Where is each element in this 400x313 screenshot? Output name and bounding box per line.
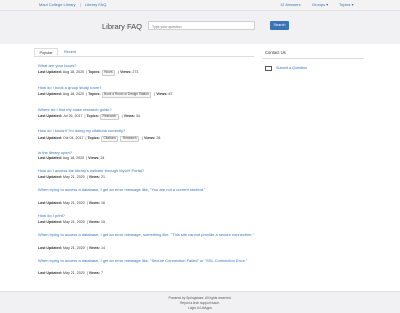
last-updated-label: Last Updated: bbox=[38, 271, 62, 275]
view-count: 24 bbox=[100, 156, 105, 160]
last-updated-label: Last Updated: bbox=[38, 220, 62, 224]
question-link[interactable]: How do I book a group study room? bbox=[38, 85, 270, 90]
views-label: Views: bbox=[88, 156, 100, 160]
updated-date: May 21, 2020 bbox=[62, 201, 85, 205]
last-updated-label: Last Updated: bbox=[38, 156, 62, 160]
topic-tag[interactable]: Book a Room or Design Station bbox=[101, 92, 152, 98]
topics-label: Topics: bbox=[88, 70, 101, 74]
views-label: Views: bbox=[88, 271, 101, 275]
question-meta: Last Updated: Aug 18, 2020 | Topics: Hou… bbox=[38, 70, 139, 76]
question-link[interactable]: Where do I find my class research guide? bbox=[38, 107, 270, 112]
view-count: 15 bbox=[101, 220, 106, 224]
views-label: Views: bbox=[120, 70, 132, 74]
topics-label: Topics: bbox=[88, 92, 101, 96]
answers-count-link[interactable]: 12 Answers bbox=[280, 2, 301, 7]
question-meta: Last Updated: May 21, 2020 | Views: 15 bbox=[38, 220, 106, 224]
views-label: Views: bbox=[88, 246, 101, 250]
last-updated-label: Last Updated: bbox=[38, 246, 62, 250]
groups-dropdown[interactable]: Groups ▾ bbox=[312, 2, 328, 7]
question-meta: Last Updated: Aug 18, 2020 | Views: 24 bbox=[38, 156, 105, 160]
updated-date: Aug 18, 2020 bbox=[62, 156, 85, 160]
updated-date: May 21, 2020 bbox=[62, 246, 85, 250]
last-updated-label: Last Updated: bbox=[38, 92, 62, 96]
report-issue-link[interactable]: Report a tech support issue. bbox=[0, 301, 400, 305]
view-count: 7 bbox=[101, 271, 104, 275]
search-input[interactable] bbox=[148, 21, 255, 30]
topic-tag[interactable]: Research bbox=[100, 114, 119, 120]
updated-date: Jul 26, 2017 bbox=[62, 114, 83, 118]
topic-tag[interactable]: Hours bbox=[101, 70, 116, 76]
updated-date: Aug 18, 2020 bbox=[62, 70, 85, 74]
view-count: 273 bbox=[132, 70, 139, 74]
views-label: Views: bbox=[88, 175, 101, 179]
tab-recent[interactable]: Recent bbox=[60, 48, 80, 56]
powered-by-text: Powered by Springshare. All rights reser… bbox=[168, 296, 232, 300]
breadcrumb-separator: | bbox=[80, 2, 82, 7]
topic-tag[interactable]: Research bbox=[120, 136, 140, 142]
topics-dropdown[interactable]: Topics ▾ bbox=[339, 2, 353, 7]
topics-label: Topics: bbox=[86, 114, 100, 118]
question-meta: Last Updated: Aug 18, 2020 | Topics: Boo… bbox=[38, 92, 173, 98]
topic-tag[interactable]: Citations bbox=[101, 136, 119, 142]
question-link[interactable]: When trying to access a database, I get … bbox=[38, 232, 270, 237]
question-link[interactable]: What are your hours? bbox=[38, 63, 270, 68]
submit-question-icon[interactable] bbox=[265, 66, 272, 71]
submit-question-link[interactable]: Submit a Question bbox=[276, 66, 307, 70]
breadcrumb-library-link[interactable]: Maui College Library bbox=[39, 2, 76, 7]
question-meta: Last Updated: May 21, 2020 | Views: 16 bbox=[38, 201, 106, 205]
contact-us-heading: Contact Us bbox=[265, 50, 286, 55]
last-updated-label: Last Updated: bbox=[38, 70, 62, 74]
last-updated-label: Last Updated: bbox=[38, 175, 62, 179]
question-link[interactable]: How do I know if I'm doing my citations … bbox=[38, 128, 270, 133]
breadcrumb-faq-link[interactable]: Library FAQ bbox=[85, 2, 106, 7]
question-meta: Last Updated: Jul 26, 2017 | Topics: Res… bbox=[38, 114, 140, 120]
updated-date: Aug 18, 2020 bbox=[62, 92, 85, 96]
views-label: Views: bbox=[156, 92, 168, 96]
view-count: 67 bbox=[168, 92, 173, 96]
view-count: 14 bbox=[101, 246, 106, 250]
topics-label: Topics: bbox=[87, 136, 100, 140]
top-nav-bar: Maui College Library | Library FAQ 12 An… bbox=[0, 0, 400, 11]
last-updated-label: Last Updated: bbox=[38, 201, 62, 205]
question-meta: Last Updated: Oct 04, 2017 | Topics: Cit… bbox=[38, 136, 161, 142]
tab-bar: Popular Recent bbox=[34, 48, 254, 57]
question-link[interactable]: When trying to access a database, I get … bbox=[38, 187, 270, 192]
question-meta: Last Updated: May 21, 2020 | Views: 14 bbox=[38, 246, 106, 250]
footer: Powered by Springshare. All rights reser… bbox=[0, 291, 400, 313]
question-link[interactable]: Is the library open? bbox=[38, 150, 270, 155]
views-label: Views: bbox=[88, 201, 101, 205]
view-count: 16 bbox=[101, 201, 106, 205]
question-link[interactable]: How do I access the library's website th… bbox=[38, 168, 270, 173]
views-label: Views: bbox=[123, 114, 135, 118]
views-label: Views: bbox=[88, 220, 101, 224]
updated-date: May 21, 2020 bbox=[62, 175, 85, 179]
updated-date: May 21, 2020 bbox=[62, 220, 85, 224]
question-meta: Last Updated: May 21, 2020 | Views: 7 bbox=[38, 271, 104, 275]
updated-date: Oct 04, 2017 bbox=[62, 136, 84, 140]
last-updated-label: Last Updated: bbox=[38, 136, 62, 140]
login-link[interactable]: Login to LibApps bbox=[0, 306, 400, 310]
question-link[interactable]: When trying to access a database, I get … bbox=[38, 258, 270, 263]
view-count: 28 bbox=[156, 136, 161, 140]
search-button[interactable]: Search bbox=[270, 21, 289, 30]
page-title: Library FAQ bbox=[102, 22, 143, 31]
divider bbox=[262, 58, 364, 59]
views-label: Views: bbox=[144, 136, 156, 140]
updated-date: May 21, 2020 bbox=[62, 271, 85, 275]
view-count: 34 bbox=[135, 114, 140, 118]
tab-popular[interactable]: Popular bbox=[34, 48, 58, 56]
question-link[interactable]: How do I print? bbox=[38, 213, 270, 218]
last-updated-label: Last Updated: bbox=[38, 114, 62, 118]
view-count: 21 bbox=[101, 175, 106, 179]
question-meta: Last Updated: May 21, 2020 | Views: 21 bbox=[38, 175, 106, 179]
